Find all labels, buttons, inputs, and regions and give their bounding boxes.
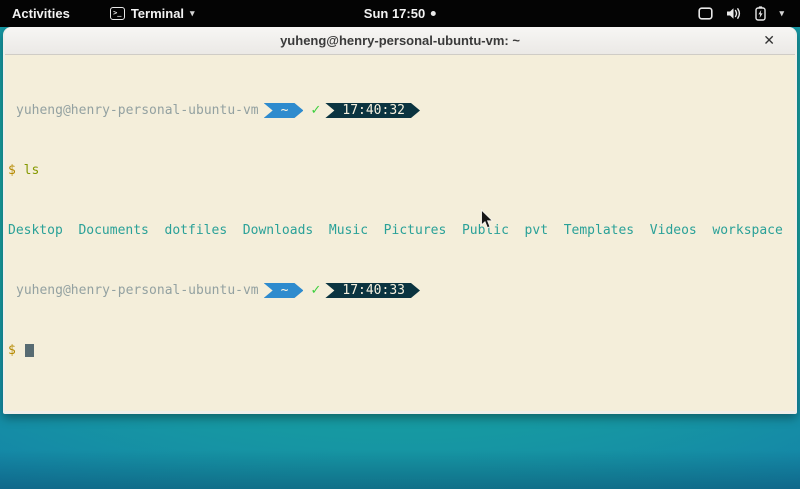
prompt-time-segment: 17:40:33	[325, 283, 420, 298]
app-menu-label: Terminal	[131, 6, 184, 21]
terminal-window: yuheng@henry-personal-ubuntu-vm: ~ ✕ yuh…	[3, 27, 797, 414]
chevron-down-icon: ▾	[190, 9, 195, 18]
window-title: yuheng@henry-personal-ubuntu-vm: ~	[280, 33, 520, 48]
prompt-time-segment: 17:40:32	[325, 103, 420, 118]
prompt-user-host: yuheng@henry-personal-ubuntu-vm	[16, 283, 259, 298]
chevron-down-icon: ▾	[779, 9, 784, 18]
current-input-line: $	[8, 343, 795, 358]
prompt-user-host: yuheng@henry-personal-ubuntu-vm	[16, 103, 259, 118]
prompt-path-segment: ~	[264, 103, 304, 118]
clock-label: Sun 17:50	[364, 6, 425, 21]
command-line: $ ls	[8, 163, 795, 178]
prompt-line: yuheng@henry-personal-ubuntu-vm ~ ✓ 17:4…	[8, 283, 795, 298]
clock-button[interactable]: Sun 17:50	[364, 0, 436, 27]
status-check-icon: ✓	[310, 283, 321, 298]
prompt-path-segment: ~	[264, 283, 304, 298]
top-bar: Activities >_ Terminal ▾ Sun 17:50 ▾	[0, 0, 800, 27]
display-icon	[698, 7, 713, 20]
status-check-icon: ✓	[310, 103, 321, 118]
battery-charging-icon	[755, 6, 766, 21]
terminal-screen[interactable]: yuheng@henry-personal-ubuntu-vm ~ ✓ 17:4…	[5, 55, 795, 411]
notification-dot-icon	[431, 11, 436, 16]
prompt-dollar: $	[8, 163, 16, 178]
desktop: { "top_bar": { "activities": "Activities…	[0, 0, 800, 489]
close-button[interactable]: ✕	[759, 32, 779, 50]
terminal-cursor	[25, 344, 34, 357]
system-status-menu[interactable]: ▾	[698, 0, 800, 27]
volume-icon	[726, 7, 742, 20]
prompt-dollar: $	[8, 343, 16, 358]
activities-button[interactable]: Activities	[0, 0, 82, 27]
app-menu-terminal[interactable]: >_ Terminal ▾	[110, 6, 195, 21]
prompt-line: yuheng@henry-personal-ubuntu-vm ~ ✓ 17:4…	[8, 103, 795, 118]
terminal-app-icon: >_	[110, 7, 125, 20]
activities-label: Activities	[12, 6, 70, 21]
ls-output-line: Desktop Documents dotfiles Downloads Mus…	[8, 223, 795, 238]
window-titlebar[interactable]: yuheng@henry-personal-ubuntu-vm: ~ ✕	[5, 27, 795, 55]
command-text: ls	[24, 163, 40, 178]
directory-list: Desktop Documents dotfiles Downloads Mus…	[8, 223, 783, 238]
